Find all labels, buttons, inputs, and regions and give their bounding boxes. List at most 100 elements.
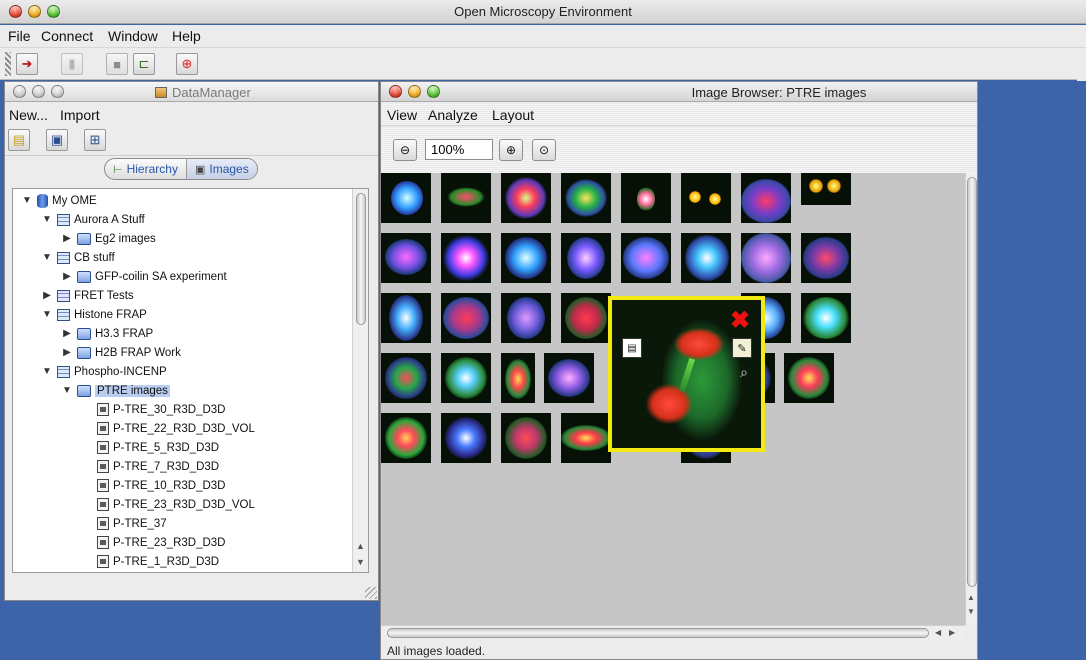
image-thumbnail[interactable] (801, 173, 851, 205)
menu-import[interactable]: Import (60, 107, 100, 123)
expanded-triangle-icon[interactable]: ▼ (21, 195, 33, 206)
tree-item[interactable]: P-TRE_5_R3D_D3D (81, 438, 219, 457)
image-thumbnail[interactable] (621, 233, 671, 283)
scroll-down-arrow-icon[interactable]: ▼ (356, 557, 365, 567)
magnify-icon[interactable]: ⌕ (734, 362, 754, 382)
image-thumbnail[interactable] (381, 353, 431, 403)
dm-minimize-button[interactable] (32, 85, 45, 98)
tree-item[interactable]: P-TRE_37 (81, 514, 167, 533)
ib-horizontal-scrollbar[interactable]: ◀ ▶ (381, 625, 965, 640)
tree-item[interactable]: P-TRE_23_R3D_D3D_VOL (81, 495, 255, 514)
image-thumbnail[interactable] (441, 173, 491, 223)
tree-item[interactable]: ▶ H2B FRAP Work (61, 343, 181, 362)
image-thumbnail[interactable] (441, 293, 491, 343)
image-thumbnail[interactable] (441, 413, 491, 463)
image-thumbnail[interactable] (501, 173, 551, 223)
tree-item[interactable]: P-TRE_10_R3D_D3D (81, 476, 226, 495)
tab-hierarchy[interactable]: ⊢ Hierarchy (105, 159, 186, 179)
ib-hscroll-thumb[interactable] (387, 628, 929, 638)
tree-item[interactable]: ▼ Histone FRAP (41, 305, 147, 324)
image-thumbnail[interactable] (741, 173, 791, 223)
image-thumbnail[interactable] (501, 353, 535, 403)
login-button[interactable]: ➜ (16, 53, 38, 75)
scroll-left-arrow-icon[interactable]: ◀ (935, 628, 941, 637)
menu-help[interactable]: Help (172, 28, 201, 44)
tree-item[interactable]: P-TRE_30_R3D_D3D (81, 400, 226, 419)
help-button[interactable]: ⊕ (176, 53, 198, 75)
tree-item[interactable]: P-TRE_23_R3D_D3D (81, 533, 226, 552)
tree-scroll-thumb[interactable] (356, 193, 366, 325)
collapsed-triangle-icon[interactable]: ▶ (61, 328, 73, 339)
menu-new[interactable]: New... (9, 107, 48, 123)
tree-item[interactable]: ▼ PTRE images (61, 381, 170, 400)
ib-vertical-scrollbar[interactable]: ▲ ▼ (965, 173, 977, 625)
ib-vscroll-thumb[interactable] (967, 177, 977, 587)
collapsed-triangle-icon[interactable]: ▶ (61, 347, 73, 358)
hierarchy-tree[interactable]: ▼ My OME ▼ Aurora A Stuff ▶ Eg2 images ▼ CB stu… (12, 188, 369, 573)
image-thumbnail[interactable] (801, 233, 851, 283)
toolbar-grip[interactable] (5, 52, 11, 76)
zoom-field[interactable] (425, 139, 493, 160)
info-icon[interactable]: ▤ (622, 338, 642, 358)
tree-item[interactable]: ▶ Eg2 images (61, 229, 156, 248)
tab-images[interactable]: ▣ Images (185, 159, 257, 179)
image-thumbnail[interactable] (501, 293, 551, 343)
image-thumbnail[interactable] (784, 353, 834, 403)
tree-item[interactable]: ▶ FRET Tests (41, 286, 134, 305)
scroll-up-arrow-icon[interactable]: ▲ (356, 541, 365, 551)
image-thumbnail[interactable] (381, 293, 431, 343)
image-thumbnail[interactable] (544, 353, 594, 403)
tree-item[interactable]: P-TRE_22_R3D_D3D_VOL (81, 419, 255, 438)
disconnect-button[interactable]: ▮ (61, 53, 83, 75)
image-thumbnail[interactable] (561, 293, 611, 343)
expanded-triangle-icon[interactable]: ▼ (41, 366, 53, 377)
annotate-icon[interactable]: ✎ (732, 338, 752, 358)
image-thumbnail[interactable] (801, 293, 851, 343)
expanded-triangle-icon[interactable]: ▼ (41, 214, 53, 225)
dm-resize-grip[interactable] (365, 587, 377, 599)
menu-view[interactable]: View (387, 107, 417, 123)
dm-zoom-button[interactable] (51, 85, 64, 98)
image-thumbnail[interactable] (381, 413, 431, 463)
collapsed-triangle-icon[interactable]: ▶ (61, 271, 73, 282)
image-thumbnail[interactable] (441, 353, 491, 403)
viewer-button[interactable]: ■ (106, 53, 128, 75)
tree-item[interactable]: ▼ Aurora A Stuff (41, 210, 145, 229)
image-thumbnail[interactable] (561, 413, 611, 463)
image-thumbnail[interactable] (441, 233, 491, 283)
tree-item[interactable]: ▼ Phospho-INCENP (41, 362, 167, 381)
collapsed-triangle-icon[interactable]: ▶ (61, 233, 73, 244)
image-thumbnail[interactable] (741, 233, 791, 283)
image-thumbnail[interactable] (681, 173, 731, 223)
menu-window[interactable]: Window (108, 28, 158, 44)
refresh-button[interactable]: ⊞ (84, 129, 106, 151)
zoom-out-button[interactable]: ⊖ (393, 139, 417, 161)
menu-analyze[interactable]: Analyze (428, 107, 478, 123)
image-thumbnail[interactable] (561, 173, 611, 223)
expanded-triangle-icon[interactable]: ▼ (41, 309, 53, 320)
scroll-down-arrow-icon[interactable]: ▼ (967, 607, 975, 616)
tree-item[interactable]: ▼ My OME (21, 191, 97, 210)
menu-layout[interactable]: Layout (492, 107, 534, 123)
close-icon[interactable]: ✖ (730, 307, 750, 334)
zoom-in-button[interactable]: ⊕ (499, 139, 523, 161)
image-preview-popup[interactable]: ▤ ✖ ✎ ⌕ (608, 296, 765, 452)
menu-connect[interactable]: Connect (41, 28, 93, 44)
image-thumbnail[interactable] (621, 173, 671, 223)
tree-item[interactable]: P-TRE_7_R3D_D3D (81, 457, 219, 476)
new-dataset-button[interactable]: ▣ (46, 129, 68, 151)
image-thumbnail[interactable] (561, 233, 611, 283)
expanded-triangle-icon[interactable]: ▼ (61, 385, 73, 396)
collapsed-triangle-icon[interactable]: ▶ (41, 290, 53, 301)
tree-item[interactable]: ▼ CB stuff (41, 248, 115, 267)
image-thumbnail[interactable] (501, 413, 551, 463)
tree-item[interactable]: P-TRE_1_R3D_D3D (81, 552, 219, 571)
scroll-up-arrow-icon[interactable]: ▲ (967, 593, 975, 602)
dm-close-button[interactable] (13, 85, 26, 98)
tree-item[interactable]: ▶ GFP-coilin SA experiment (61, 267, 227, 286)
expanded-triangle-icon[interactable]: ▼ (41, 252, 53, 263)
image-thumbnail[interactable] (501, 233, 551, 283)
hierarchy-button[interactable]: ⊏ (133, 53, 155, 75)
image-thumbnail[interactable] (381, 173, 431, 223)
tree-item[interactable]: ▶ H3.3 FRAP (61, 324, 153, 343)
